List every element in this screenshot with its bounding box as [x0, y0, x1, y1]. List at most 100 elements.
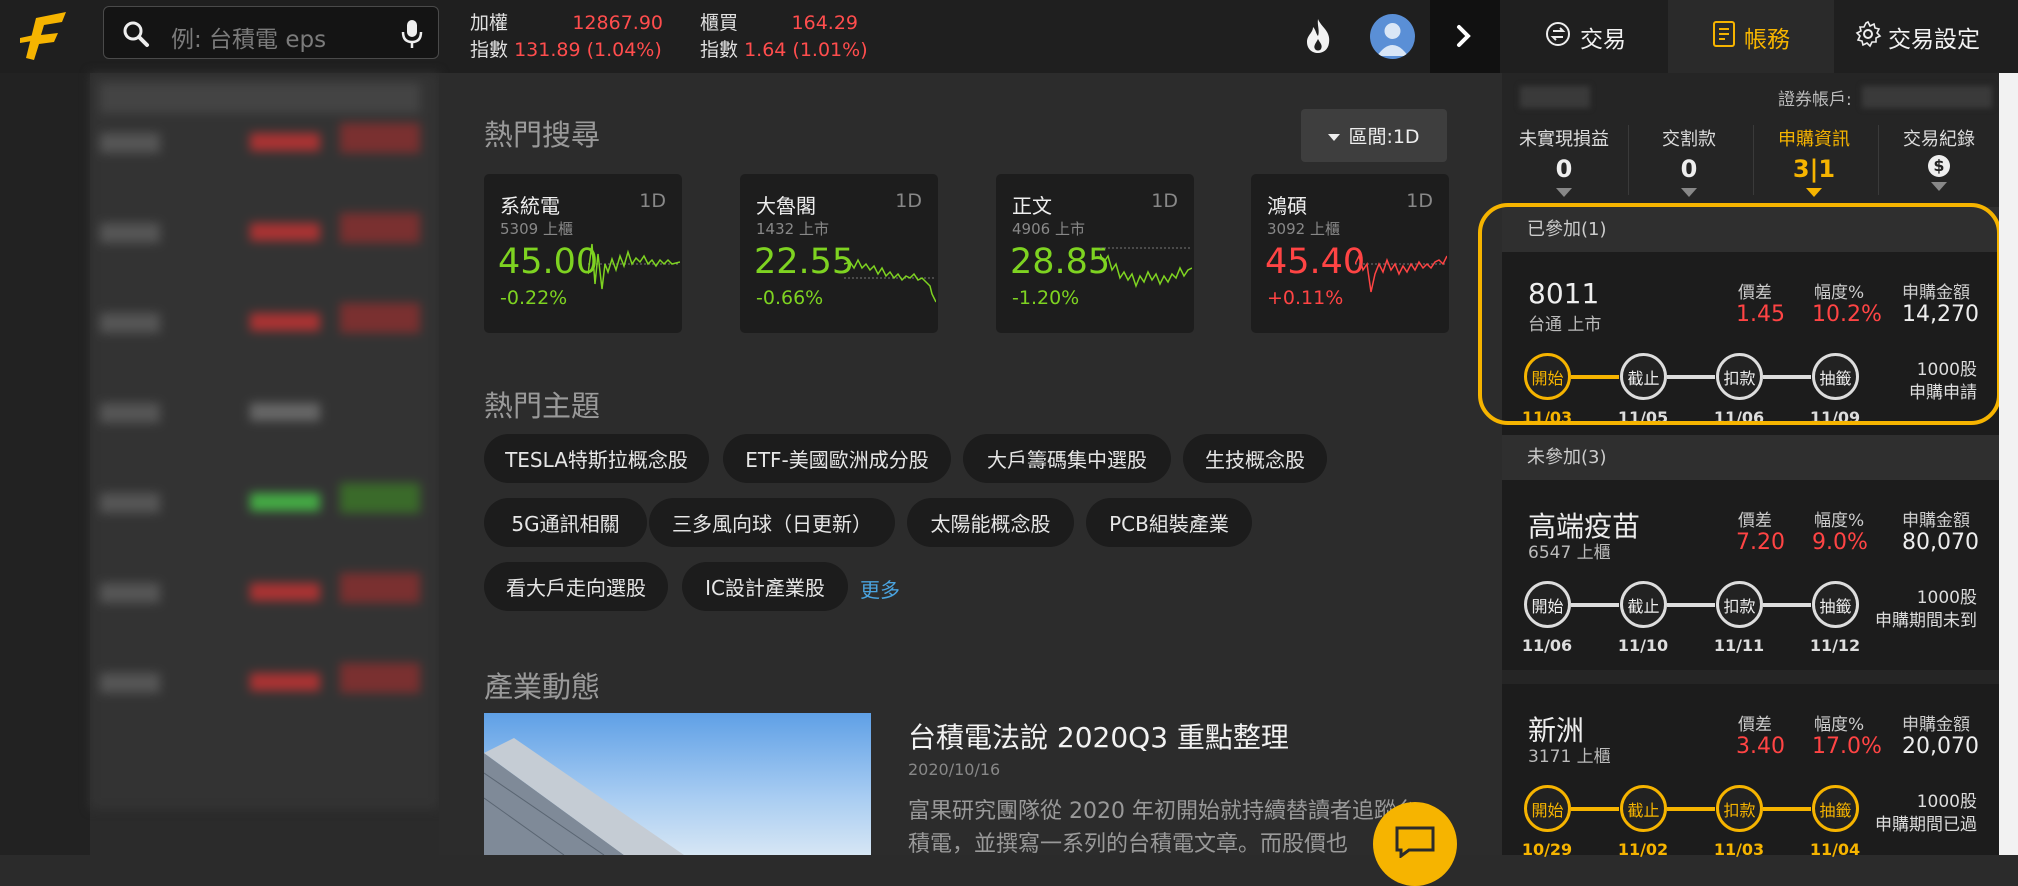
- tab-label: 交易設定: [1888, 26, 1980, 53]
- stock-change: +0.11%: [1267, 287, 1344, 309]
- article-image[interactable]: [484, 713, 871, 855]
- step-date: 10/29: [1521, 840, 1573, 859]
- amount-header: 申購金額: [1902, 715, 1970, 735]
- tab-label: 交易: [1580, 26, 1626, 53]
- topic-chip[interactable]: 生技概念股: [1183, 434, 1327, 483]
- step-deduct: 扣款: [1716, 785, 1763, 832]
- step-date: 11/10: [1617, 636, 1669, 655]
- step-connector: [1571, 807, 1619, 811]
- sparkline: [1100, 247, 1192, 289]
- step-date: 11/11: [1713, 636, 1765, 655]
- ipo-pct: 9.0%: [1812, 530, 1868, 555]
- stat-unrealized-pl[interactable]: 未實現損益 0: [1504, 125, 1624, 202]
- range-label: 區間:1D: [1348, 126, 1420, 148]
- chat-bubble-button[interactable]: [1373, 802, 1457, 886]
- chat-icon: [1395, 826, 1435, 858]
- index-taiex[interactable]: 加權 12867.90 指數 131.89 (1.04%): [470, 10, 663, 64]
- amount-header: 申購金額: [1902, 511, 1970, 531]
- sparkline: [844, 258, 936, 303]
- stock-code: 1432 上市: [756, 220, 829, 238]
- topic-chip[interactable]: 看大戶走向選股: [484, 562, 668, 611]
- topic-chip[interactable]: IC設計產業股: [682, 562, 848, 611]
- account-name-blurred: [1520, 86, 1590, 108]
- search-icon: [122, 20, 150, 52]
- step-date: 11/04: [1809, 840, 1861, 859]
- range-dropdown-button[interactable]: 區間:1D: [1301, 109, 1447, 162]
- stat-title: 交割款: [1662, 129, 1716, 150]
- stock-card[interactable]: 大魯閣 1D 1432 上市 22.55 -0.66%: [740, 174, 938, 333]
- topic-chip[interactable]: PCB組裝產業: [1086, 498, 1252, 547]
- article-title[interactable]: 台積電法說 2020Q3 重點整理: [908, 716, 1289, 756]
- step-lottery: 抽籤: [1812, 785, 1859, 832]
- ipo-market: 3171 上櫃: [1528, 747, 1611, 767]
- step-connector: [1763, 807, 1811, 811]
- step-start: 開始: [1524, 581, 1571, 628]
- step-deadline: 截止: [1620, 785, 1667, 832]
- collapse-panel-button[interactable]: [1430, 0, 1500, 73]
- step-connector: [1571, 603, 1619, 607]
- search-box[interactable]: 例: 台積電 eps: [103, 6, 439, 59]
- index-pct: (1.01%): [792, 39, 868, 61]
- scrollbar-track[interactable]: [1999, 73, 2018, 855]
- step-date: 11/06: [1521, 636, 1573, 655]
- stock-price: 45.00: [498, 242, 599, 282]
- fire-icon[interactable]: [1301, 17, 1335, 59]
- index-label: 指數: [700, 39, 739, 61]
- sparkline: [588, 243, 680, 290]
- topic-chip[interactable]: TESLA特斯拉概念股: [484, 434, 709, 483]
- app-logo[interactable]: [18, 8, 68, 64]
- step-lottery: 抽籤: [1812, 581, 1859, 628]
- index-value: 12867.90: [572, 12, 664, 34]
- ledger-icon: [1712, 20, 1736, 54]
- topic-chip[interactable]: ETF-美國歐洲成分股: [723, 434, 951, 483]
- index-label: 指數: [470, 39, 509, 61]
- ipo-amount: 80,070: [1902, 530, 1979, 555]
- stat-ipo-info[interactable]: 申購資訊 3|1: [1754, 125, 1874, 202]
- not-joined-group-header: 未參加(3): [1502, 435, 1999, 480]
- article-date: 2020/10/16: [908, 760, 1001, 779]
- spread-header: 價差: [1738, 511, 1772, 531]
- ipo-card[interactable]: 高端疫苗 6547 上櫃 價差 幅度% 申購金額 7.20 9.0% 80,07…: [1502, 480, 1999, 670]
- more-topics-link[interactable]: 更多: [860, 574, 900, 603]
- stock-card[interactable]: 正文 1D 4906 上市 28.85 -1.20%: [996, 174, 1194, 333]
- caret-down-icon: [1328, 125, 1341, 147]
- stock-card[interactable]: 系統電 1D 5309 上櫃 45.00 -0.22%: [484, 174, 682, 333]
- topic-chip[interactable]: 5G通訊相關: [484, 498, 647, 547]
- index-pct: (1.04%): [586, 39, 662, 61]
- index-change: 131.89: [514, 39, 581, 61]
- sparkline: [1355, 253, 1447, 293]
- index-label: 櫃買: [700, 12, 739, 34]
- stock-price: 22.55: [754, 242, 855, 282]
- stock-card[interactable]: 鴻碩 1D 3092 上櫃 45.40 +0.11%: [1251, 174, 1449, 333]
- index-otc[interactable]: 櫃買 164.29 指數 1.64 (1.01%): [700, 10, 868, 64]
- caret-down-icon: [1806, 188, 1822, 197]
- step-date: 11/12: [1809, 636, 1861, 655]
- tab-trade-settings[interactable]: 交易設定: [1834, 0, 2000, 73]
- stat-value: 3|1: [1792, 155, 1836, 183]
- microphone-icon[interactable]: [401, 19, 423, 53]
- stat-settlement[interactable]: 交割款 0: [1629, 125, 1749, 202]
- topic-chip[interactable]: 太陽能概念股: [907, 498, 1074, 547]
- account-number-blurred: [1862, 86, 1992, 108]
- tab-trade[interactable]: 交易: [1502, 0, 1668, 73]
- stock-name: 系統電: [500, 194, 560, 218]
- caret-down-icon: [1931, 182, 1947, 191]
- stock-code: 4906 上市: [1012, 220, 1085, 238]
- stat-trade-history[interactable]: 交易紀錄 $: [1879, 125, 1999, 196]
- top-bar: 例: 台積電 eps 加權 12867.90 指數 131.89 (1.04%) …: [0, 0, 2018, 73]
- tab-ledger[interactable]: 帳務: [1668, 0, 1834, 73]
- ipo-spread: 3.40: [1736, 734, 1785, 759]
- ipo-status-text: 申購期間未到: [1875, 611, 1977, 631]
- stock-name: 正文: [1012, 194, 1052, 218]
- search-input[interactable]: 例: 台積電 eps: [171, 20, 326, 54]
- trade-cycle-icon: [1544, 20, 1572, 54]
- stock-price: 28.85: [1010, 242, 1111, 282]
- topic-chip[interactable]: 三多風向球（日更新）: [649, 498, 895, 547]
- topic-chip[interactable]: 大戶籌碼集中選股: [963, 434, 1171, 483]
- ipo-card[interactable]: 新洲 3171 上櫃 價差 幅度% 申購金額 3.40 17.0% 20,070…: [1502, 684, 1999, 859]
- user-avatar[interactable]: [1370, 14, 1415, 59]
- ipo-amount: 20,070: [1902, 734, 1979, 759]
- stock-period: 1D: [895, 190, 922, 212]
- ipo-shares: 1000股: [1916, 792, 1977, 812]
- step-date: 11/03: [1713, 840, 1765, 859]
